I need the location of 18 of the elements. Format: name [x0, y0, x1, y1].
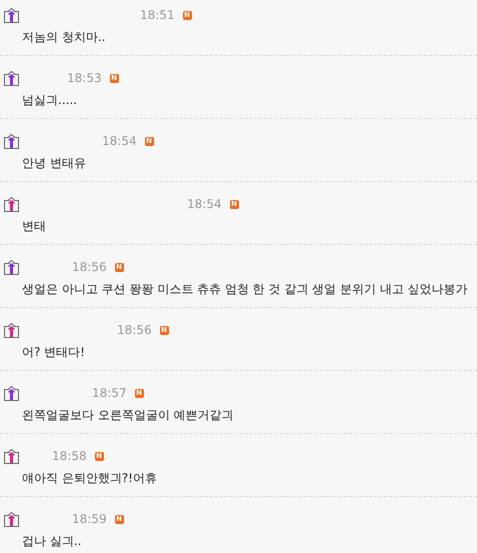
comment-text: 겁나 싫긔..	[22, 533, 82, 549]
comment-text: 얘아직 은퇴안했긔?!어휴	[22, 470, 158, 486]
comment-time: 18:58	[52, 448, 87, 465]
comment-text: 어? 변태다!	[22, 344, 86, 360]
comment-text: 저놈의 청치마..	[22, 29, 106, 45]
comment-text: 안녕 변태유	[22, 155, 87, 171]
comment-time: 18:57	[92, 385, 127, 402]
comment-time: 18:54	[187, 196, 222, 213]
comment-time: 18:54	[102, 133, 137, 150]
comment-time: 18:59	[72, 511, 107, 528]
comment-text: 생얼은 아니고 쿠션 퐝퐝 미스트 츄츄 엄청 한 것 같긔 생얼 분위기 내고 싶었나봉가	[22, 281, 469, 297]
comment-text: 변태	[22, 218, 47, 234]
comment-text: 넘싫긔.....	[22, 92, 78, 108]
comment-time: 18:56	[117, 322, 152, 339]
comment-time: 18:51	[140, 7, 175, 24]
comment-text: 왼쪽얼굴보다 오른쪽얼굴이 예쁜거같긔	[22, 407, 235, 423]
comment-time: 18:53	[67, 70, 102, 87]
comment-time: 18:56	[72, 259, 107, 276]
